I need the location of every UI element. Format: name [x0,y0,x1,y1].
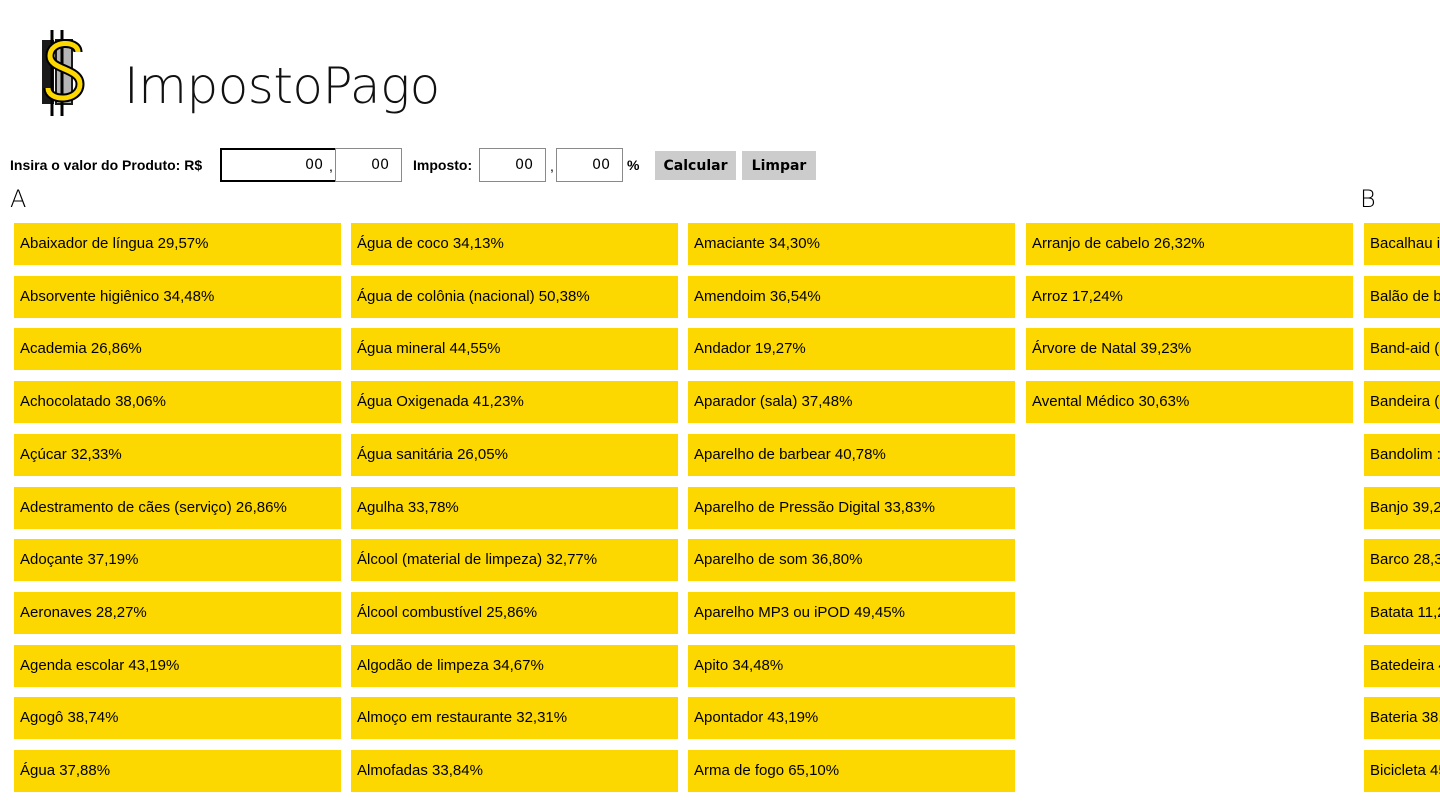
tax-label: Imposto: [413,157,473,173]
product-tile[interactable]: Aparelho de barbear 40,78% [688,433,1015,476]
product-integer-input[interactable] [220,148,337,182]
product-tile[interactable]: Almoço em restaurante 32,31% [351,697,678,740]
product-tile[interactable]: Agogô 38,74% [14,697,341,740]
product-tile[interactable]: Aparelho MP3 ou iPOD 49,45% [688,591,1015,634]
product-tile[interactable]: Adoçante 37,19% [14,539,341,582]
product-tile[interactable]: Andador 19,27% [688,328,1015,371]
product-tile[interactable]: Água sanitária 26,05% [351,433,678,476]
group-header-a: A [10,185,27,213]
product-decimal-input[interactable] [335,148,402,182]
product-tile[interactable]: Água mineral 44,55% [351,328,678,371]
product-tile[interactable]: Aparelho de som 36,80% [688,539,1015,582]
product-tile[interactable]: Batata 11,2 [1364,591,1440,634]
product-tile[interactable]: Arranjo de cabelo 26,32% [1026,223,1353,265]
product-tile[interactable]: Balão de b [1364,275,1440,318]
product-tile[interactable]: Batedeira 4 [1364,644,1440,687]
product-tile[interactable]: Aparelho de Pressão Digital 33,83% [688,486,1015,529]
product-tile[interactable]: Achocolatado 38,06% [14,381,341,424]
product-tile[interactable]: Apontador 43,19% [688,697,1015,740]
product-tile[interactable]: Água de colônia (nacional) 50,38% [351,275,678,318]
product-comma: , [329,158,333,174]
product-tile[interactable]: Aparador (sala) 37,48% [688,381,1015,424]
product-tile[interactable]: Agenda escolar 43,19% [14,644,341,687]
product-tile[interactable]: Abaixador de língua 29,57% [14,223,341,265]
clear-button[interactable]: Limpar [742,151,816,180]
product-tile[interactable]: Arma de fogo 65,10% [688,750,1015,792]
product-tile[interactable]: Absorvente higiênico 34,48% [14,275,341,318]
product-tile[interactable]: Avental Médico 30,63% [1026,381,1353,424]
tax-decimal-input[interactable] [556,148,623,182]
product-tile[interactable]: Almofadas 33,84% [351,750,678,792]
product-tile[interactable]: Água de coco 34,13% [351,223,678,265]
product-tile[interactable]: Álcool (material de limpeza) 32,77% [351,539,678,582]
product-tile[interactable]: Aeronaves 28,27% [14,591,341,634]
product-tile[interactable]: Amendoim 36,54% [688,275,1015,318]
percent-sign: % [627,157,640,173]
product-tile[interactable]: Amaciante 34,30% [688,223,1015,265]
product-tile[interactable]: Arroz 17,24% [1026,275,1353,318]
product-tile[interactable]: Bacalhau i [1364,223,1440,265]
product-tile[interactable]: Água Oxigenada 41,23% [351,381,678,424]
product-tile[interactable]: Árvore de Natal 39,23% [1026,328,1353,371]
product-tile[interactable]: Barco 28,3 [1364,539,1440,582]
product-tile[interactable]: Bandeira ( [1364,381,1440,424]
product-tile[interactable]: Açúcar 32,33% [14,433,341,476]
tax-comma: , [550,158,554,174]
calculate-button[interactable]: Calcular [655,151,736,180]
product-tile[interactable]: Água 37,88% [14,750,341,792]
product-tile[interactable]: Banjo 39,2 [1364,486,1440,529]
product-tile[interactable]: Bandolim : [1364,433,1440,476]
product-tile[interactable]: Álcool combustível 25,86% [351,591,678,634]
product-tile[interactable]: Agulha 33,78% [351,486,678,529]
product-tile[interactable]: Bicicleta 45 [1364,750,1440,792]
group-header-b: B [1360,185,1376,213]
app-title: ImpostoPago [124,57,440,115]
impostopago-logo [42,30,85,116]
product-tile[interactable]: Algodão de limpeza 34,67% [351,644,678,687]
product-tile[interactable]: Apito 34,48% [688,644,1015,687]
product-tile[interactable]: Academia 26,86% [14,328,341,371]
product-tile[interactable]: Adestramento de cães (serviço) 26,86% [14,486,341,529]
product-tile[interactable]: Band-aid ( [1364,328,1440,371]
tax-integer-input[interactable] [479,148,546,182]
product-value-label: Insira o valor do Produto: R$ [10,157,203,173]
product-tile[interactable]: Bateria 38, [1364,697,1440,740]
calculator-bar: Insira o valor do Produto: R$ , Imposto:… [10,148,910,184]
